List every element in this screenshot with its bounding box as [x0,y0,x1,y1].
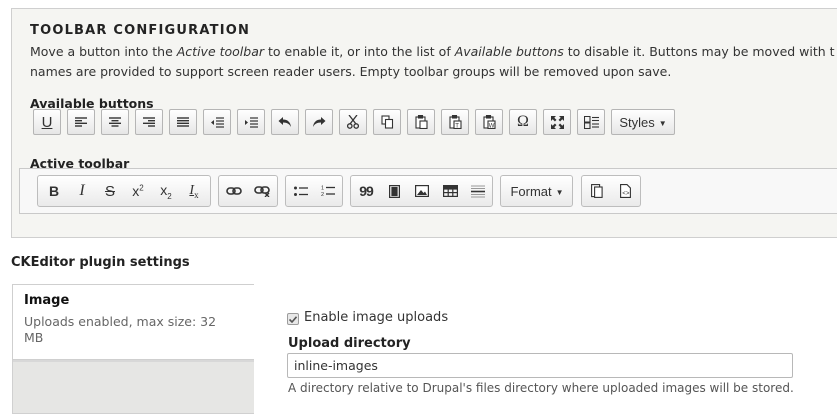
redo-button[interactable] [305,109,333,135]
active-toolbar-group-formatting[interactable]: B I S x2 x2 Ix [37,175,211,207]
align-left-button[interactable] [67,109,95,135]
superscript-icon: x2 [132,183,144,199]
svg-text:<>: <> [622,190,630,197]
tab-title: Image [24,293,70,308]
undo-button[interactable] [271,109,299,135]
underline-icon: U [41,113,53,131]
upload-directory-label: Upload directory [288,336,411,351]
active-toolbar-group-lists[interactable]: 12 [285,175,343,207]
styles-dropdown-button[interactable]: Styles ▼ [611,109,675,135]
paste-button[interactable] [407,109,435,135]
bulleted-list-button[interactable] [287,176,315,206]
show-blocks-button[interactable] [577,109,605,135]
svg-text:T: T [455,124,459,130]
indent-button[interactable] [237,109,265,135]
underline-button[interactable]: U [33,109,61,135]
horizontal-line-button[interactable] [464,176,492,206]
redo-icon [313,117,326,127]
vertical-tab-image[interactable]: Image Uploads enabled, max size: 32 MB [12,284,254,362]
align-left-icon [75,117,87,127]
copy-button[interactable] [373,109,401,135]
upload-directory-input[interactable] [287,353,793,378]
enable-uploads-checkbox[interactable] [287,313,299,325]
svg-text:2: 2 [321,192,324,197]
source-icon [591,184,603,198]
blockquote-button[interactable]: 99 [352,176,380,206]
fieldset-legend: TOOLBAR CONFIGURATION [30,23,251,38]
outdent-button[interactable] [203,109,231,135]
maximize-icon [550,115,564,129]
format-dropdown-button[interactable]: Format ▼ [501,176,573,206]
justify-icon [177,117,189,127]
svg-text:1: 1 [321,186,324,192]
unlink-button[interactable] [248,176,276,206]
source-code-icon: <> [619,184,631,198]
strikethrough-icon: S [104,182,115,200]
enable-uploads-label[interactable]: Enable image uploads [304,310,448,325]
link-button[interactable] [220,176,248,206]
table-button[interactable] [436,176,464,206]
justify-button[interactable] [169,109,197,135]
checkmark-icon [289,315,297,323]
source-code-button[interactable]: <> [611,176,639,206]
chevron-down-icon: ▼ [658,118,667,128]
bold-button[interactable]: B [40,176,68,206]
horizontal-line-icon [471,185,485,197]
copy-icon [380,115,393,129]
remove-format-button[interactable]: Ix [180,176,208,206]
format-label: Format [510,183,552,199]
special-char-icon: Ω [517,113,529,130]
plugin-settings-title: CKEditor plugin settings [11,255,190,270]
paste-text-button[interactable]: T [441,109,469,135]
cut-icon [347,115,359,129]
subscript-icon: x2 [160,181,172,201]
active-toolbar-group-blocks[interactable]: 99 [350,175,493,207]
strikethrough-button[interactable]: S [96,176,124,206]
paste-icon [414,115,428,129]
bulleted-list-icon [294,186,308,196]
special-char-button[interactable]: Ω [509,109,537,135]
paste-text-icon: T [448,115,462,130]
paste-word-icon: W [482,115,496,130]
source-button[interactable] [583,176,611,206]
chevron-down-icon: ▼ [555,187,564,197]
table-icon [442,185,458,197]
media-button[interactable] [380,176,408,206]
active-toolbar-group-linking[interactable] [218,175,278,207]
subscript-button[interactable]: x2 [152,176,180,206]
svg-text:W: W [488,124,494,130]
blockquote-icon: 99 [359,183,374,199]
fieldset-description: Move a button into the Active toolbar to… [30,44,835,79]
numbered-list-button[interactable]: 12 [314,176,342,206]
paste-word-button[interactable]: W [475,109,503,135]
outdent-icon [211,116,224,128]
maximize-button[interactable] [543,109,571,135]
numbered-list-icon: 12 [321,186,335,197]
indent-icon [245,116,258,128]
active-toolbar: B I S x2 x2 Ix 12 99 Format ▼ <> [19,168,837,214]
show-blocks-icon [583,115,599,129]
bold-icon: B [48,183,60,199]
cut-button[interactable] [339,109,367,135]
image-button[interactable] [408,176,436,206]
align-center-button[interactable] [101,109,129,135]
upload-directory-description: A directory relative to Drupal's files d… [288,381,794,395]
remove-format-icon: Ix [189,182,199,200]
unlink-icon [254,186,270,197]
undo-icon [278,117,291,127]
align-center-icon [109,117,121,127]
styles-label: Styles [619,114,655,130]
active-toolbar-group-format[interactable]: Format ▼ [500,175,573,207]
link-icon [226,187,242,195]
align-right-button[interactable] [135,109,163,135]
image-icon [415,185,429,197]
superscript-button[interactable]: x2 [124,176,152,206]
tab-summary: Uploads enabled, max size: 32 MB [24,314,217,345]
media-icon [388,184,400,198]
align-right-icon [143,117,155,127]
italic-icon: I [79,182,85,199]
italic-button[interactable]: I [68,176,96,206]
active-toolbar-group-source[interactable]: <> [581,175,641,207]
